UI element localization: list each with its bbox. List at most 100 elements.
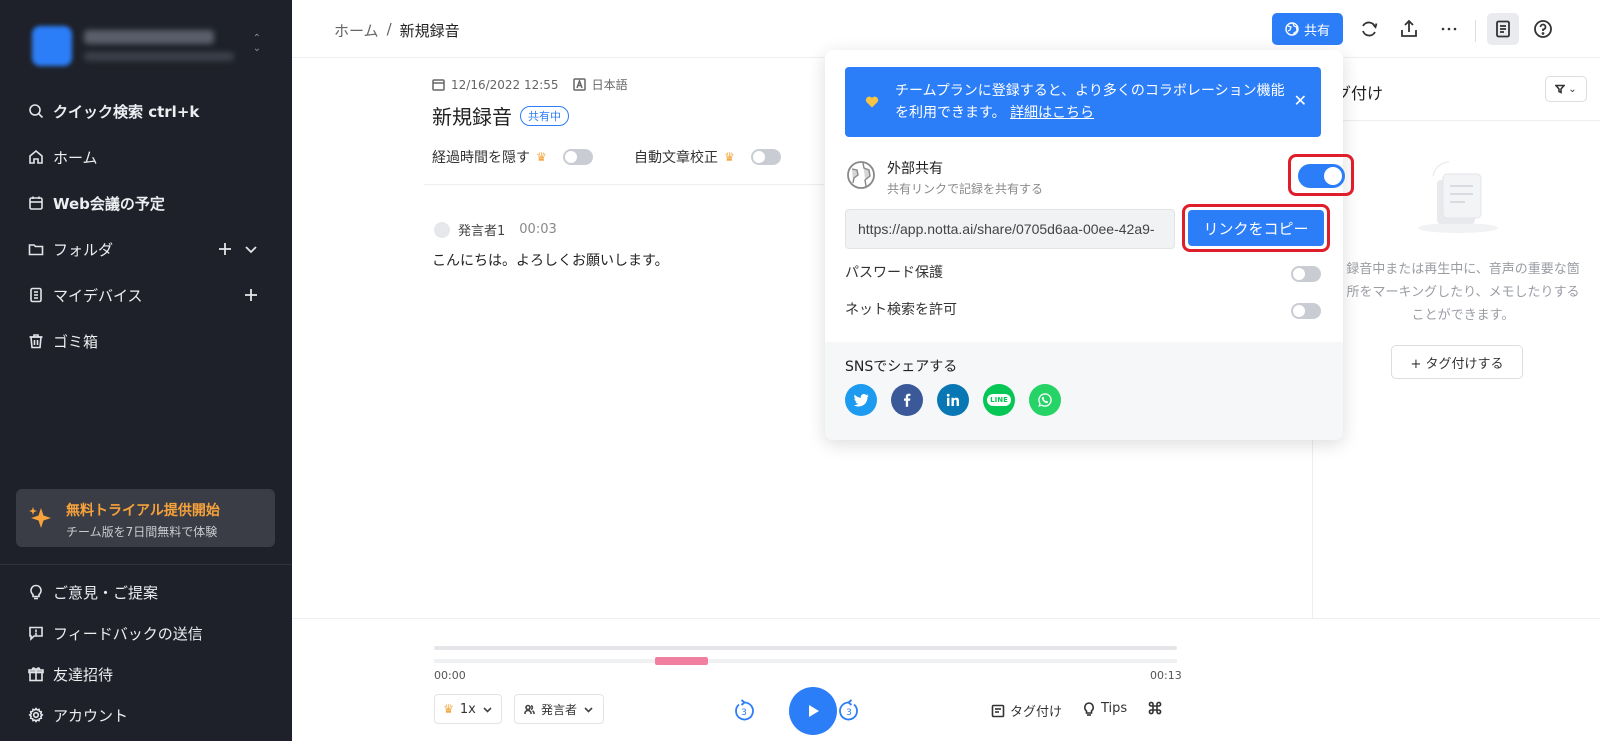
sidebar-item-folders[interactable]: フォルダ [28, 237, 113, 261]
total-time: 00:13 [1150, 669, 1182, 682]
sidebar-item-invite[interactable]: 友達招待 [28, 662, 113, 686]
calendar-icon [29, 196, 43, 210]
whatsapp-icon[interactable] [1029, 384, 1061, 416]
waveform-track [434, 659, 1177, 663]
share-button[interactable]: 共有 [1272, 13, 1343, 45]
device-actions [244, 283, 258, 307]
skip-forward-button[interactable]: 3 [837, 699, 861, 723]
password-label: パスワード保護 [845, 265, 943, 281]
speed-value: 1x [459, 701, 476, 717]
recording-title[interactable]: 新規録音 [432, 101, 512, 130]
sync-icon[interactable] [1356, 16, 1382, 42]
progress-track[interactable] [434, 646, 1177, 650]
recording-language[interactable]: 日本語 [592, 76, 628, 93]
twitter-icon[interactable] [845, 384, 877, 416]
speaker-name[interactable]: 発言者1 [458, 220, 505, 239]
sidebar-item-label: 友達招待 [53, 665, 114, 684]
share-button-label: 共有 [1303, 23, 1330, 39]
notes-panel-icon[interactable] [1487, 13, 1519, 45]
help-icon[interactable] [1530, 16, 1556, 42]
crown-icon: ♛ [724, 150, 735, 164]
toolbar-divider [1475, 20, 1476, 42]
workspace-switcher[interactable]: ⌃ ⌄ [32, 26, 272, 68]
option-label: 自動文章校正 [634, 150, 718, 166]
lightbulb-icon [30, 584, 42, 600]
recording-meta: 12/16/2022 12:55 日本語 [432, 76, 628, 93]
sidebar-item-trash[interactable]: ゴミ箱 [28, 329, 98, 353]
tag-tool-button[interactable]: タグ付け [991, 701, 1062, 720]
trial-banner[interactable]: 無料トライアル提供開始 チーム版を7日間無料で体験 [16, 489, 275, 547]
lightbulb-icon [1084, 701, 1094, 716]
add-tag-button[interactable]: + タグ付けする [1391, 345, 1523, 379]
calendar-icon [432, 79, 445, 91]
password-protection-row: パスワード保護 [845, 262, 1321, 286]
breadcrumb-home[interactable]: ホーム [334, 20, 379, 41]
copy-link-highlight: リンクをコピー [1182, 204, 1330, 252]
external-share-subtitle: 共有リンクで記録を共有する [887, 182, 1044, 196]
allow-search-toggle[interactable] [1291, 303, 1321, 319]
tips-button[interactable]: Tips [1082, 701, 1127, 716]
sidebar-item-label: アカウント [53, 706, 129, 725]
password-toggle[interactable] [1291, 266, 1321, 282]
audio-player: 00:00 00:13 ♛ 1x 発言者 3 3 タグ付け Tips [292, 618, 1600, 741]
sidebar-item-home[interactable]: ホーム [28, 145, 98, 169]
current-time: 00:00 [434, 669, 466, 682]
breadcrumb: ホーム / 新規録音 [334, 20, 460, 41]
sidebar-item-account[interactable]: アカウント [28, 703, 128, 727]
sidebar-item-web-meetings[interactable]: Web会議の予定 [28, 191, 165, 215]
transcript-text[interactable]: こんにちは。よろしくお願いします。 [432, 250, 669, 270]
line-icon[interactable]: LINE [983, 384, 1015, 416]
share-popover: チームプランに登録すると、より多くのコラボレーション機能を利用できます。 詳細は… [825, 50, 1354, 440]
skip-forward-seconds: 3 [846, 708, 852, 718]
close-icon[interactable]: ✕ [1294, 91, 1307, 110]
folder-icon [28, 244, 44, 256]
playback-speed-select[interactable]: ♛ 1x [434, 694, 502, 724]
play-button[interactable] [789, 687, 837, 735]
sidebar-item-feedback[interactable]: フィードバックの送信 [28, 621, 203, 645]
sidebar-item-label: ご意見・ご提案 [53, 583, 159, 602]
trial-title: 無料トライアル提供開始 [66, 503, 220, 519]
sidebar-item-quick-search[interactable]: クイック検索 ctrl+k [28, 99, 199, 123]
plus-icon[interactable] [244, 288, 258, 302]
copy-link-button[interactable]: リンクをコピー [1188, 210, 1324, 246]
banner-text: チームプランに登録すると、より多くのコラボレーション機能を利用できます。 詳細は… [895, 80, 1285, 124]
skip-back-button[interactable]: 3 [732, 699, 756, 723]
export-icon[interactable] [1396, 16, 1422, 42]
play-icon [809, 705, 819, 717]
gift-icon [28, 667, 44, 682]
share-link-field[interactable]: https://app.notta.ai/share/0705d6aa-00ee… [845, 209, 1175, 249]
breadcrumb-separator: / [386, 20, 392, 38]
empty-notes-illustration [1418, 161, 1498, 233]
speech-segment-marker[interactable] [655, 657, 708, 665]
tag-panel: グ付け ⌄ 録音中または再生中に、音声の重要な箇所をマーキングしたり、メモしたり… [1312, 58, 1600, 618]
heart-icon [865, 96, 879, 108]
linkedin-icon[interactable] [937, 384, 969, 416]
external-share-toggle[interactable] [1298, 164, 1345, 188]
sidebar-item-suggestions[interactable]: ご意見・ご提案 [28, 580, 158, 604]
speaker-filter-select[interactable]: 発言者 [514, 694, 604, 724]
gear-icon [28, 707, 44, 723]
crown-icon: ♛ [443, 702, 454, 716]
rewind-3s-icon: 3 [735, 699, 754, 721]
option-auto-correct: 自動文章校正 ♛ [634, 147, 781, 167]
speaker-timestamp[interactable]: 00:03 [519, 222, 556, 237]
chevron-down-icon [483, 706, 492, 713]
hide-elapsed-toggle[interactable] [562, 149, 593, 165]
avatar [434, 221, 450, 238]
chevron-down-icon [584, 706, 593, 713]
allow-search-label: ネット検索を許可 [845, 302, 957, 318]
workspace-logo [32, 26, 72, 66]
facebook-icon[interactable] [891, 384, 923, 416]
workspace-subtitle [84, 52, 234, 61]
skip-back-seconds: 3 [741, 708, 747, 718]
sidebar-item-my-devices[interactable]: マイデバイス [28, 283, 143, 307]
filter-button[interactable]: ⌄ [1545, 76, 1587, 102]
plus-icon[interactable] [218, 242, 232, 256]
shortcuts-button[interactable] [1148, 701, 1162, 715]
auto-correct-toggle[interactable] [750, 149, 781, 165]
more-icon[interactable] [1436, 16, 1462, 42]
external-share-row: 外部共有 共有リンクで記録を共有する [845, 154, 1354, 200]
chevron-down-icon[interactable] [244, 242, 258, 256]
chevron-updown-icon[interactable]: ⌃ ⌄ [252, 34, 262, 58]
details-link[interactable]: 詳細はこちら [1010, 105, 1094, 121]
